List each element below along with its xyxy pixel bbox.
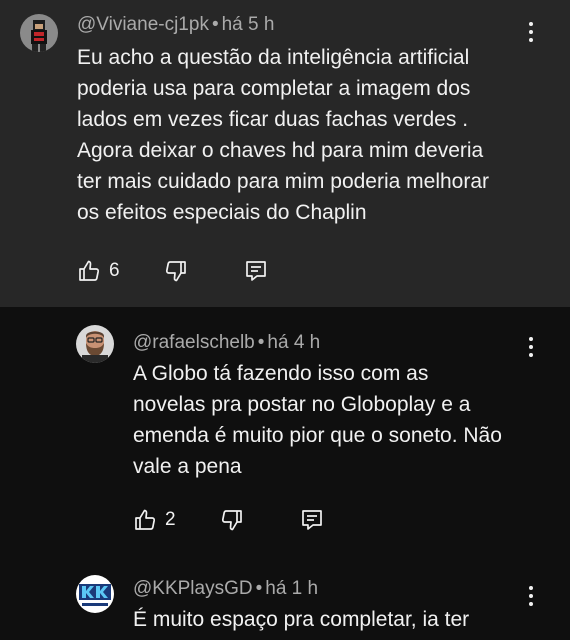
separator-dot: •	[211, 14, 219, 35]
comment-text: A Globo tá fazendo isso com as novelas p…	[133, 362, 502, 478]
dislike-button[interactable]	[164, 256, 188, 286]
more-options-icon[interactable]	[519, 18, 543, 46]
like-icon	[79, 260, 100, 281]
comment-header: @Viviane-cj1pk • há 5 h	[77, 14, 274, 36]
timestamp[interactable]: há 1 h	[265, 578, 318, 599]
comment-actions: 2	[133, 505, 324, 535]
reply-button[interactable]	[300, 505, 324, 535]
like-count: 6	[109, 260, 120, 281]
like-count: 2	[165, 509, 176, 530]
avatar[interactable]	[76, 325, 114, 363]
more-options-icon[interactable]	[519, 582, 543, 610]
author-name[interactable]: @rafaelschelb	[133, 332, 255, 353]
reply-button[interactable]	[244, 256, 268, 286]
reply-comment: @rafaelschelb • há 4 h A Globo tá fazendo …	[0, 307, 570, 557]
comment-text: Eu acho a questão da inteligência artifi…	[77, 46, 490, 224]
separator-dot: •	[255, 578, 263, 599]
like-button[interactable]: 6	[77, 256, 120, 286]
comment-highlighted: @Viviane-cj1pk • há 5 h Eu acho a questão …	[0, 0, 570, 307]
more-options-icon[interactable]	[519, 333, 543, 361]
comment-header: @KKPlaysGD • há 1 h	[133, 578, 318, 600]
kk-logo-avatar-icon	[76, 575, 114, 613]
like-button[interactable]: 2	[133, 505, 176, 535]
dislike-button[interactable]	[220, 505, 244, 535]
separator-dot: •	[257, 332, 265, 353]
comment-header: @rafaelschelb • há 4 h	[133, 332, 320, 354]
comment-text: É muito espaço pra completar, ia ter	[133, 608, 470, 631]
pixel-character-avatar-icon	[20, 14, 58, 52]
reply-icon	[245, 261, 266, 281]
reply-icon	[301, 510, 322, 530]
comment-actions: 6	[77, 256, 268, 286]
dislike-icon	[221, 510, 242, 531]
like-icon	[135, 509, 156, 530]
author-name[interactable]: @KKPlaysGD	[133, 578, 253, 599]
reply-comment: @KKPlaysGD • há 1 h É muito espaço pra com…	[0, 557, 570, 640]
dislike-icon	[165, 261, 186, 282]
avatar[interactable]	[76, 575, 114, 613]
bearded-man-avatar-icon	[76, 325, 114, 363]
timestamp[interactable]: há 4 h	[267, 332, 320, 353]
avatar[interactable]	[20, 14, 58, 52]
author-name[interactable]: @Viviane-cj1pk	[77, 14, 209, 35]
timestamp[interactable]: há 5 h	[222, 14, 275, 35]
